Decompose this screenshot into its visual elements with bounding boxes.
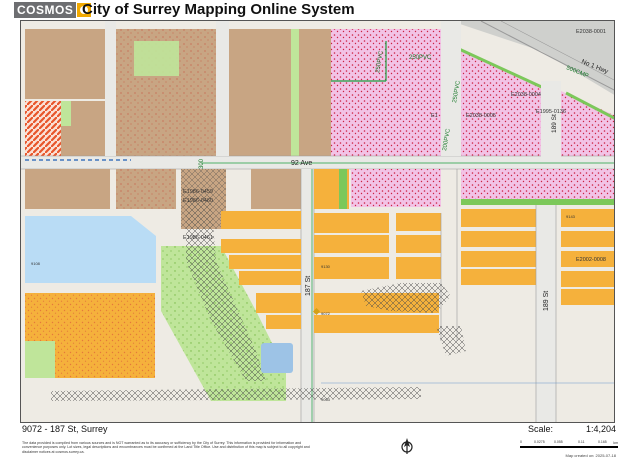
road-189-st [536,205,556,422]
pond [261,343,293,373]
street-label-189-st: 189 St [543,291,550,311]
annotation: E1995-0136 [536,109,566,115]
road-92-ave [21,156,614,169]
header-bar: COSMOS City of Surrey Mapping Online Sys… [0,0,640,20]
parcel-number: 9108 [31,261,41,266]
page-title: City of Surrey Mapping Online System [82,1,355,18]
street-label-187-st: 187 St [305,276,312,296]
scale-label: Scale: [528,424,554,434]
annotation: E2038-0005 [466,113,496,119]
disclaimer-text: The data provided is compiled from vario… [22,441,310,454]
map-viewport[interactable]: 92 Ave 187 St 189 St 189 St No 1 Hwy E20… [20,20,615,423]
annotation: E1986-0460 [183,198,213,204]
map-created-date: Map created on: 2025-07-18 [565,453,616,458]
map-canvas: 92 Ave 187 St 189 St 189 St No 1 Hwy E20… [21,21,614,422]
parcel-number: 9130 [321,264,331,269]
parcel-number: 9072 [321,311,331,316]
parcel-number: 9143 [566,214,576,219]
street-label-189-st-upper: 189 St [551,114,558,133]
pipe-label: 300 [199,158,205,169]
parcel-number: 9063 [321,397,331,402]
scale-value: 1:4,204 [586,424,617,434]
annotation: E2038-0001 [576,29,606,35]
scale-bar-graphic [520,446,618,448]
cosmos-logo: COSMOS [14,1,92,18]
parcel-tan [229,29,291,156]
annotation: E1986-0461 [183,235,213,241]
scale-bar: 0 0.0275 0.055 0.11 0.165 km [520,440,618,454]
north-arrow-icon [401,438,413,454]
pipe-label: 250PVC [409,55,432,61]
property-address: 9072 - 187 St, Surrey [22,424,108,434]
annotation: E1986-0459 [183,189,213,195]
water-body [25,216,156,283]
annotation: E1 [431,113,438,119]
parcel-tan [25,29,105,99]
scale-bar-units: km [613,441,618,445]
parcel-hatched [25,101,61,156]
street-label-92-ave: 92 Ave [291,160,312,167]
annotation: E2002-0008 [576,257,606,263]
annotation: E2038-0004 [511,92,541,98]
